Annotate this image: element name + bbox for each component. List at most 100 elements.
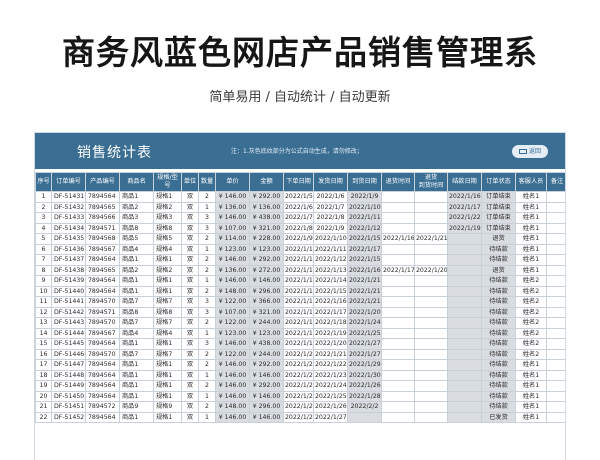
table-row[interactable]: 4 DF-51434 7894571 商品8 规格8 双 3 ¥ 107.00 ¥ 321.00…	[35, 222, 565, 234]
table-cell[interactable]: 2022/1/16	[447, 191, 482, 203]
table-cell[interactable]: 双	[181, 285, 199, 297]
table-cell[interactable]: 商品4	[119, 327, 154, 339]
table-cell[interactable]: ¥ 146.00	[215, 390, 250, 402]
table-cell[interactable]	[414, 275, 448, 287]
table-cell[interactable]: 2	[198, 264, 216, 276]
table-cell[interactable]: 规格5	[153, 233, 182, 245]
table-cell[interactable]: 待结款	[481, 359, 516, 371]
table-cell[interactable]	[381, 369, 415, 381]
table-cell[interactable]	[381, 317, 415, 329]
table-cell[interactable]	[546, 380, 565, 392]
table-cell[interactable]: ¥ 292.00	[249, 254, 284, 266]
table-cell[interactable]: 商品7	[119, 317, 154, 329]
table-cell[interactable]: 待结款	[481, 296, 516, 308]
table-cell[interactable]: 2022/1/16	[313, 296, 348, 308]
table-cell[interactable]	[546, 191, 565, 203]
table-cell[interactable]	[381, 191, 415, 203]
table-cell[interactable]: 13	[35, 317, 52, 329]
table-cell[interactable]: 2022/1/21	[283, 359, 314, 371]
table-cell[interactable]	[546, 243, 565, 255]
table-cell[interactable]: 2022/1/12	[313, 254, 348, 266]
table-cell[interactable]: 2022/1/16	[347, 264, 382, 276]
table-cell[interactable]: ¥ 292.00	[249, 191, 284, 203]
table-cell[interactable]: DF-51431	[51, 191, 86, 203]
table-cell[interactable]: 规格7	[153, 296, 182, 308]
table-cell[interactable]: 姓名1	[515, 390, 547, 402]
table-cell[interactable]: 2022/1/20	[313, 338, 348, 350]
table-cell[interactable]: 双	[181, 233, 199, 245]
table-cell[interactable]: 4	[35, 222, 52, 234]
table-cell[interactable]: 姓名1	[515, 380, 547, 392]
table-cell[interactable]: 规格3	[153, 212, 182, 224]
table-cell[interactable]: 2022/1/13	[313, 264, 348, 276]
table-cell[interactable]	[447, 348, 482, 360]
table-cell[interactable]	[447, 275, 482, 287]
table-cell[interactable]	[546, 369, 565, 381]
table-cell[interactable]: 姓名2	[515, 296, 547, 308]
table-cell[interactable]: 5	[35, 233, 52, 245]
table-cell[interactable]: 商品1	[119, 411, 154, 423]
table-cell[interactable]: ¥ 292.00	[249, 359, 284, 371]
table-row[interactable]: 9 DF-51439 7894564 商品1 规格1 双 1 ¥ 146.00 ¥ 146.00…	[35, 275, 565, 287]
table-cell[interactable]: 3	[35, 212, 52, 224]
table-cell[interactable]	[546, 390, 565, 402]
table-cell[interactable]: DF-51436	[51, 243, 86, 255]
table-cell[interactable]: ¥ 123.00	[215, 327, 250, 339]
table-cell[interactable]: 7894564	[85, 275, 120, 287]
table-row[interactable]: 22 DF-51452 7894564 商品1 规格1 双 1 ¥ 146.00 ¥ 146.0…	[35, 411, 565, 423]
table-cell[interactable]: ¥ 146.00	[249, 369, 284, 381]
table-cell[interactable]: ¥ 123.00	[215, 243, 250, 255]
table-row[interactable]: 17 DF-51447 7894564 商品1 规格1 双 2 ¥ 146.00 ¥ 292.0…	[35, 359, 565, 371]
table-cell[interactable]: 7894564	[85, 380, 120, 392]
table-cell[interactable]	[381, 254, 415, 266]
table-cell[interactable]: 双	[181, 348, 199, 360]
table-cell[interactable]	[546, 296, 565, 308]
table-cell[interactable]: 退货	[481, 233, 516, 245]
table-cell[interactable]: ¥ 366.00	[249, 296, 284, 308]
table-cell[interactable]: 8	[35, 264, 52, 276]
table-cell[interactable]	[414, 201, 448, 213]
table-cell[interactable]: 2022/1/11	[313, 243, 348, 255]
table-cell[interactable]: 姓名1	[515, 411, 547, 423]
table-cell[interactable]: 2022/1/17	[347, 243, 382, 255]
table-cell[interactable]	[546, 338, 565, 350]
table-cell[interactable]	[414, 380, 448, 392]
table-cell[interactable]: 1	[198, 327, 216, 339]
table-cell[interactable]: ¥ 136.00	[215, 264, 250, 276]
table-cell[interactable]: 商品3	[119, 212, 154, 224]
table-cell[interactable]: 15	[35, 338, 52, 350]
table-cell[interactable]: 规格1	[153, 191, 182, 203]
table-cell[interactable]: 待结款	[481, 254, 516, 266]
table-cell[interactable]: 2022/1/12	[347, 222, 382, 234]
table-cell[interactable]: 21	[35, 401, 52, 413]
table-row[interactable]: 5 DF-51435 7894568 商品5 规格5 双 2 ¥ 114.00 ¥ 228.00…	[35, 233, 565, 245]
table-cell[interactable]	[546, 327, 565, 339]
table-cell[interactable]: 2022/1/27	[347, 348, 382, 360]
table-cell[interactable]: ¥ 146.00	[215, 338, 250, 350]
table-cell[interactable]: 商品2	[119, 201, 154, 213]
table-cell[interactable]: 7894564	[85, 390, 120, 402]
table-cell[interactable]: 2022/1/15	[283, 296, 314, 308]
table-cell[interactable]	[447, 254, 482, 266]
table-cell[interactable]: 2022/1/9	[283, 233, 314, 245]
table-cell[interactable]: 1	[35, 191, 52, 203]
table-cell[interactable]	[546, 306, 565, 318]
table-cell[interactable]: 双	[181, 401, 199, 413]
table-cell[interactable]	[414, 338, 448, 350]
table-cell[interactable]: 3	[198, 306, 216, 318]
table-cell[interactable]: 2022/1/24	[313, 380, 348, 392]
table-cell[interactable]	[414, 390, 448, 402]
table-cell[interactable]: 2022/1/7	[313, 201, 348, 213]
table-cell[interactable]: 规格7	[153, 348, 182, 360]
table-cell[interactable]	[447, 243, 482, 255]
table-cell[interactable]: 待结款	[481, 338, 516, 350]
table-cell[interactable]: 2022/1/25	[283, 401, 314, 413]
table-row[interactable]: 12 DF-51442 7894571 商品8 规格8 双 3 ¥ 107.00 ¥ 321.0…	[35, 306, 565, 318]
table-cell[interactable]: 2022/1/12	[283, 264, 314, 276]
table-row[interactable]: 13 DF-51443 7894570 商品7 规格7 双 2 ¥ 122.00 ¥ 244.0…	[35, 317, 565, 329]
table-cell[interactable]: 规格8	[153, 222, 182, 234]
table-cell[interactable]: 2022/1/25	[347, 327, 382, 339]
table-cell[interactable]: 17	[35, 359, 52, 371]
table-cell[interactable]: 1	[198, 390, 216, 402]
table-cell[interactable]: 7894564	[85, 359, 120, 371]
